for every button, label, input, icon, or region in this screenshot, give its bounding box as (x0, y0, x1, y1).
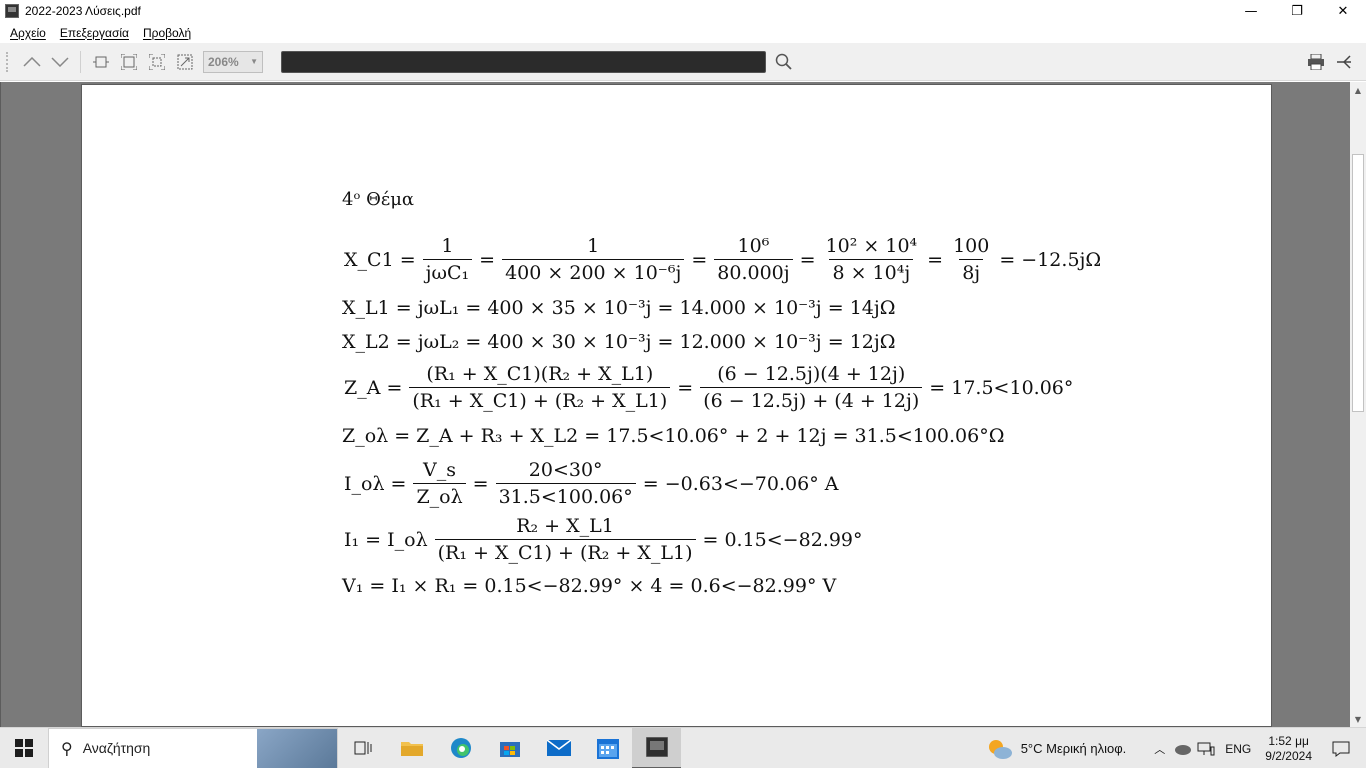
weather-partly-sunny-icon (988, 739, 1012, 759)
mail-icon (546, 740, 571, 756)
next-page-button[interactable] (46, 48, 74, 76)
weather-text[interactable]: 5°C Μερική ηλιοφ. (1021, 741, 1127, 756)
taskbar-search-placeholder: Αναζήτηση (82, 740, 151, 756)
clock-date: 9/2/2024 (1265, 748, 1312, 763)
find-button[interactable] (770, 48, 798, 76)
search-icon (775, 53, 792, 70)
app-icon (5, 4, 19, 18)
onedrive-cloud-icon[interactable] (1173, 743, 1192, 755)
menu-edit[interactable]: Επεξεργασία (60, 26, 129, 40)
pdf-viewer-icon (645, 737, 668, 757)
eq1-fraction-1: 1 jωC₁ (422, 235, 473, 284)
scroll-down-arrow-icon[interactable]: ▼ (1350, 711, 1366, 727)
title-bar: 2022-2023 Λύσεις.pdf — ❐ ✕ (0, 0, 1366, 22)
scroll-up-arrow-icon[interactable]: ▲ (1350, 82, 1366, 98)
chevron-up-icon (23, 56, 41, 67)
eq6-fraction-1: V_s Z_ολ (413, 459, 466, 508)
clock-time: 1:52 μμ (1268, 733, 1309, 748)
eq7-fraction-1: R₂ + X_L1 (R₁ + X_C1) + (R₂ + X_L1) (434, 515, 696, 564)
previous-page-button[interactable] (18, 48, 46, 76)
edge-browser-button[interactable] (436, 728, 485, 768)
fit-page-icon (121, 53, 137, 70)
section-heading: 4ᵒ Θέμα (342, 189, 415, 210)
fit-content-button[interactable] (143, 48, 171, 76)
eq1-fraction-3: 10⁶ 80.000j (714, 235, 793, 284)
equation-xc1: X_C1 = 1 jωC₁ = 1 400 × 200 × 10⁻⁶j = 10⁶ 8… (344, 235, 1102, 284)
vertical-scrollbar[interactable]: ▲ ▼ (1350, 82, 1366, 727)
calendar-button[interactable] (583, 728, 632, 768)
eq4-fraction-1: (R₁ + X_C1)(R₂ + X_L1) (R₁ + X_C1) + (R₂ … (409, 363, 671, 412)
settings-button[interactable] (1330, 48, 1358, 76)
eq1-rhs: = −12.5jΩ (999, 248, 1102, 271)
notifications-icon[interactable] (1332, 741, 1350, 757)
eq1-fraction-4: 10² × 10⁴ 8 × 10⁴j (825, 235, 918, 284)
task-view-button[interactable] (338, 728, 387, 768)
fit-width-button[interactable] (87, 48, 115, 76)
equation-i-total: I_ολ = V_s Z_ολ = 20<30° 31.5<100.06° = −0… (344, 459, 839, 508)
calendar-icon (596, 739, 619, 759)
taskbar: ⚲ Αναζήτηση 5°C Μερική ηλιοφ. ︿ ENG 1:52… (0, 727, 1366, 768)
system-tray: 5°C Μερική ηλιοφ. ︿ ENG 1:52 μμ 9/2/2024 (987, 728, 1366, 768)
equation-xl2: X_L2 = jωL₂ = 400 × 30 × 10⁻³j = 12.000 … (342, 331, 896, 353)
equation-z-total: Z_ολ = Z_A + R₃ + X_L2 = 17.5<10.06° + 2… (342, 425, 1005, 447)
print-button[interactable] (1302, 48, 1330, 76)
fit-width-icon (93, 56, 109, 67)
file-explorer-button[interactable] (387, 728, 436, 768)
toolbar: 206% ▼ (0, 43, 1366, 81)
actual-size-icon (177, 54, 193, 69)
minimize-button[interactable]: — (1228, 0, 1274, 22)
zoom-select[interactable]: 206% ▼ (203, 50, 263, 73)
store-button[interactable] (485, 728, 534, 768)
scrollbar-thumb[interactable] (1352, 154, 1364, 412)
eq1-fraction-5: 100 8j (953, 235, 990, 284)
menu-view[interactable]: Προβολή (143, 26, 191, 40)
maximize-button[interactable]: ❐ (1274, 0, 1320, 22)
chevron-up-icon[interactable]: ︿ (1154, 741, 1165, 757)
pdf-page: 4ᵒ Θέμα X_C1 = 1 jωC₁ = 1 400 × 200 × 10⁻⁶… (81, 84, 1272, 727)
equation-xl1: X_L1 = jωL₁ = 400 × 35 × 10⁻³j = 14.000 … (342, 297, 896, 319)
toolbar-grip[interactable] (6, 51, 10, 72)
search-input[interactable] (281, 50, 766, 73)
eq1-fraction-2: 1 400 × 200 × 10⁻⁶j (502, 235, 685, 284)
start-button[interactable] (0, 728, 48, 768)
folder-icon (400, 742, 423, 756)
eq1-lhs: X_C1 = (344, 248, 416, 271)
search-highlight-image (257, 728, 337, 768)
eq4-fraction-2: (6 − 12.5j)(4 + 12j) (6 − 12.5j) + (4 + 1… (700, 363, 923, 412)
network-icon[interactable] (1197, 742, 1215, 756)
taskbar-search[interactable]: ⚲ Αναζήτηση (48, 727, 338, 768)
printer-icon (1308, 54, 1324, 70)
window-title: 2022-2023 Λύσεις.pdf (25, 4, 141, 18)
document-viewport[interactable]: 4ᵒ Θέμα X_C1 = 1 jωC₁ = 1 400 × 200 × 10⁻⁶… (0, 82, 1350, 727)
clock[interactable]: 1:52 μμ 9/2/2024 (1265, 734, 1312, 764)
pdf-viewer-taskbar-button[interactable] (632, 727, 681, 768)
mail-button[interactable] (534, 728, 583, 768)
chevron-down-icon: ▼ (250, 57, 258, 66)
equation-za: Z_A = (R₁ + X_C1)(R₂ + X_L1) (R₁ + X_C1) … (344, 363, 1074, 412)
chevron-down-icon (51, 56, 69, 67)
tools-icon (1337, 55, 1351, 69)
zoom-value: 206% (208, 54, 239, 69)
fit-page-button[interactable] (115, 48, 143, 76)
close-button[interactable]: ✕ (1320, 0, 1366, 22)
windows-logo-icon (15, 739, 33, 757)
store-icon (499, 742, 520, 757)
menu-file[interactable]: Αρχείο (10, 26, 46, 40)
fit-content-icon (149, 53, 165, 70)
toolbar-separator (80, 50, 81, 73)
task-view-icon (354, 741, 371, 755)
menu-bar: Αρχείο Επεξεργασία Προβολή (0, 22, 1366, 43)
language-indicator[interactable]: ENG (1225, 742, 1251, 756)
equation-i1: I₁ = I_ολ R₂ + X_L1 (R₁ + X_C1) + (R₂ + X… (344, 515, 863, 564)
equation-v1: V₁ = I₁ × R₁ = 0.15<−82.99° × 4 = 0.6<−8… (342, 575, 837, 597)
search-icon: ⚲ (61, 738, 73, 758)
actual-size-button[interactable] (171, 48, 199, 76)
edge-icon (450, 738, 471, 758)
eq6-fraction-2: 20<30° 31.5<100.06° (495, 459, 636, 508)
